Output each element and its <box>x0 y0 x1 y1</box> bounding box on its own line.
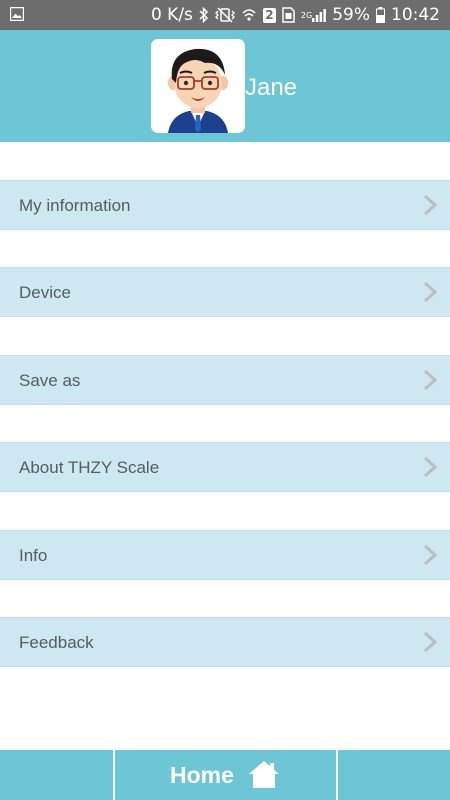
avatar[interactable] <box>151 39 245 133</box>
status-icons: 0 K/s 2 2G 59% 10:42 <box>151 0 440 30</box>
nav-tab-home[interactable]: Home <box>115 750 336 800</box>
chevron-right-icon <box>423 194 438 216</box>
sim-card-icon <box>282 7 295 23</box>
chevron-right-icon <box>423 369 438 391</box>
status-bar: 0 K/s 2 2G 59% 10:42 <box>0 0 450 30</box>
house-icon <box>249 761 279 788</box>
menu-item-device[interactable]: Device <box>0 267 450 317</box>
menu-item-label: Save as <box>19 371 81 390</box>
app-screen: 0 K/s 2 2G 59% 10:42 Jane My information… <box>0 0 450 800</box>
clock: 10:42 <box>391 5 440 25</box>
bluetooth-icon <box>199 7 209 23</box>
sim-slot-badge: 2 <box>262 7 276 23</box>
menu-item-label: Feedback <box>19 633 94 652</box>
cartoon-man-avatar-icon <box>168 48 228 133</box>
bottom-navigation: Home <box>0 750 450 800</box>
chevron-right-icon <box>423 281 438 303</box>
signal-icon: 2G <box>300 8 327 22</box>
battery-icon <box>376 7 385 23</box>
vibrate-icon <box>214 7 235 23</box>
menu-item-label: About THZY Scale <box>19 458 160 477</box>
nav-tab-left[interactable] <box>0 750 113 800</box>
menu-item-label: Device <box>19 283 71 302</box>
user-name: Jane <box>245 74 298 101</box>
chevron-right-icon <box>423 631 438 653</box>
menu-item-my-information[interactable]: My information <box>0 180 450 230</box>
nav-tab-right[interactable] <box>338 750 450 800</box>
profile-header: Jane <box>0 30 450 142</box>
menu-item-info[interactable]: Info <box>0 530 450 580</box>
network-speed: 0 K/s <box>150 5 193 25</box>
menu-item-label: Info <box>19 546 48 565</box>
menu-item-save-as[interactable]: Save as <box>0 355 450 405</box>
menu-item-label: My information <box>19 196 131 215</box>
chevron-right-icon <box>423 456 438 478</box>
network-type: 2G <box>300 10 313 20</box>
menu-item-feedback[interactable]: Feedback <box>0 617 450 667</box>
battery-percent: 59% <box>332 5 370 25</box>
home-label: Home <box>170 762 234 788</box>
chevron-right-icon <box>423 544 438 566</box>
gallery-notification-icon <box>10 7 24 21</box>
wifi-icon <box>241 7 257 23</box>
menu-item-about[interactable]: About THZY Scale <box>0 442 450 492</box>
